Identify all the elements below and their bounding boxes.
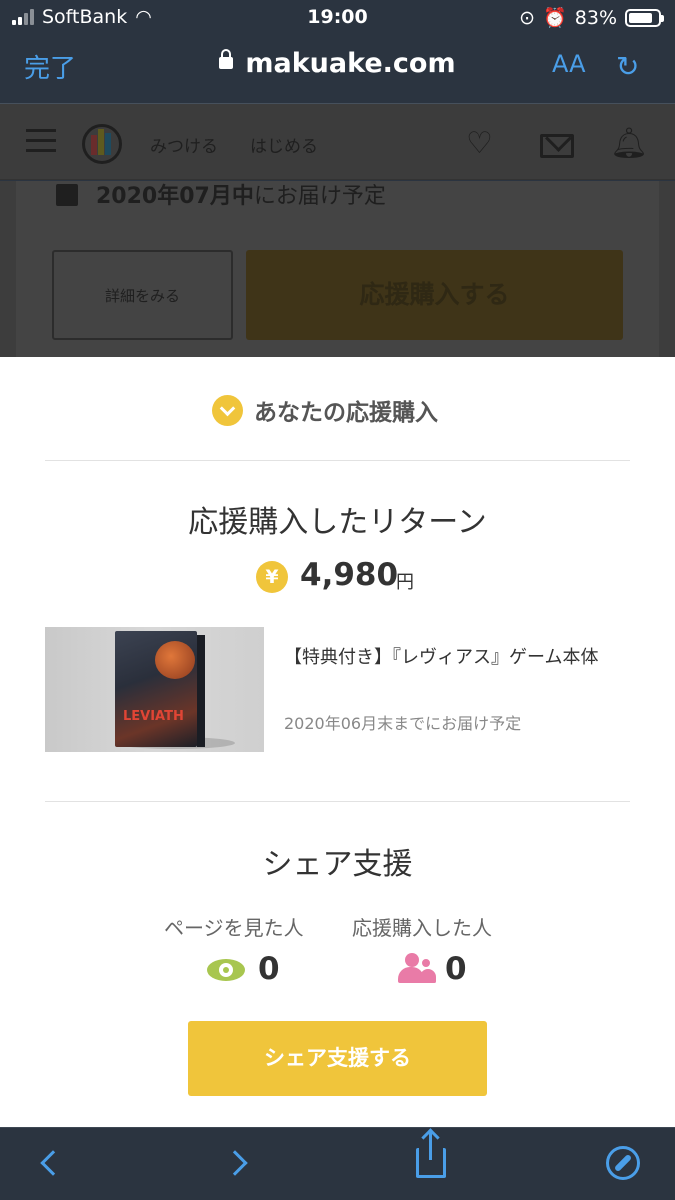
price-value: 4,980: [300, 557, 399, 593]
forward-icon[interactable]: [222, 1150, 248, 1176]
price-unit: 円: [396, 572, 414, 593]
sheet-header[interactable]: あなたの応援購入: [0, 357, 675, 461]
delivery-info: 2020年07月中にお届け予定: [96, 178, 386, 210]
site-header: みつける はじめる ♡ 🔔︎: [0, 104, 675, 180]
back-icon[interactable]: [40, 1150, 66, 1176]
divider: [45, 460, 630, 461]
chevron-down-icon[interactable]: [212, 395, 243, 426]
calendar-icon: [56, 184, 78, 206]
box-title: LEVIATH: [123, 709, 184, 724]
divider: [45, 801, 630, 802]
alarm-icon: ⏰: [543, 7, 567, 29]
status-right: ⊙ ⏰ 83%: [519, 6, 664, 29]
heart-icon[interactable]: ♡: [466, 126, 493, 161]
text-size-button[interactable]: AA: [552, 50, 586, 78]
return-heading: 応援購入したリターン: [188, 505, 487, 540]
battery-percent: 83%: [574, 6, 617, 29]
support-purchase-button[interactable]: 応援購入する: [246, 250, 623, 340]
browser-toolbar: [0, 1127, 675, 1200]
supporters-value: 0: [445, 951, 467, 987]
box-art-moon: [155, 641, 195, 679]
nav-discover[interactable]: みつける: [150, 132, 218, 157]
share-heading: シェア支援: [262, 847, 413, 882]
supporters-label: 応援購入した人: [352, 916, 492, 940]
browser-address-bar: 完了 makuake.com AA ↻: [0, 34, 675, 104]
mail-icon[interactable]: [540, 134, 574, 158]
sheet-title: あなたの応援購入: [254, 400, 438, 426]
makuake-logo[interactable]: [82, 124, 122, 164]
text-size-label: AA: [552, 50, 586, 78]
menu-icon[interactable]: [26, 129, 56, 153]
return-item-delivery: 2020年06月末までにお届け予定: [284, 714, 522, 733]
status-bar: SoftBank ◠ 19:00 ⊙ ⏰ 83%: [0, 0, 675, 34]
battery-level: [629, 12, 653, 23]
return-item-title: 【特典付き】『レヴィアス』ゲーム本体: [284, 647, 599, 668]
compass-icon[interactable]: [606, 1146, 640, 1180]
rotation-lock-icon: ⊙: [519, 6, 536, 29]
lock-icon: [219, 48, 234, 69]
nav-start[interactable]: はじめる: [250, 132, 318, 157]
share-support-button[interactable]: シェア支援する: [188, 1021, 487, 1096]
page-views-label: ページを見た人: [164, 916, 304, 940]
people-icon: [398, 953, 436, 983]
delivery-date: 2020年07月中: [96, 184, 254, 209]
share-icon[interactable]: [416, 1132, 446, 1178]
purchase-sheet: あなたの応援購入 応援購入したリターン ¥ 4,980 円 LEVIATH 【特…: [0, 357, 675, 1127]
url-text: makuake.com: [245, 48, 456, 79]
bell-icon[interactable]: 🔔︎: [610, 126, 648, 161]
detail-button[interactable]: 詳細をみる: [52, 250, 233, 340]
yen-icon: ¥: [256, 561, 288, 593]
game-box-side: [197, 635, 205, 747]
eye-icon: [207, 959, 245, 981]
reload-icon[interactable]: ↻: [616, 50, 639, 83]
page-views-value: 0: [258, 951, 280, 987]
product-image: LEVIATH: [45, 627, 264, 752]
game-box: LEVIATH: [115, 631, 197, 747]
delivery-suffix: にお届け予定: [253, 184, 386, 209]
battery-icon: [625, 8, 664, 27]
